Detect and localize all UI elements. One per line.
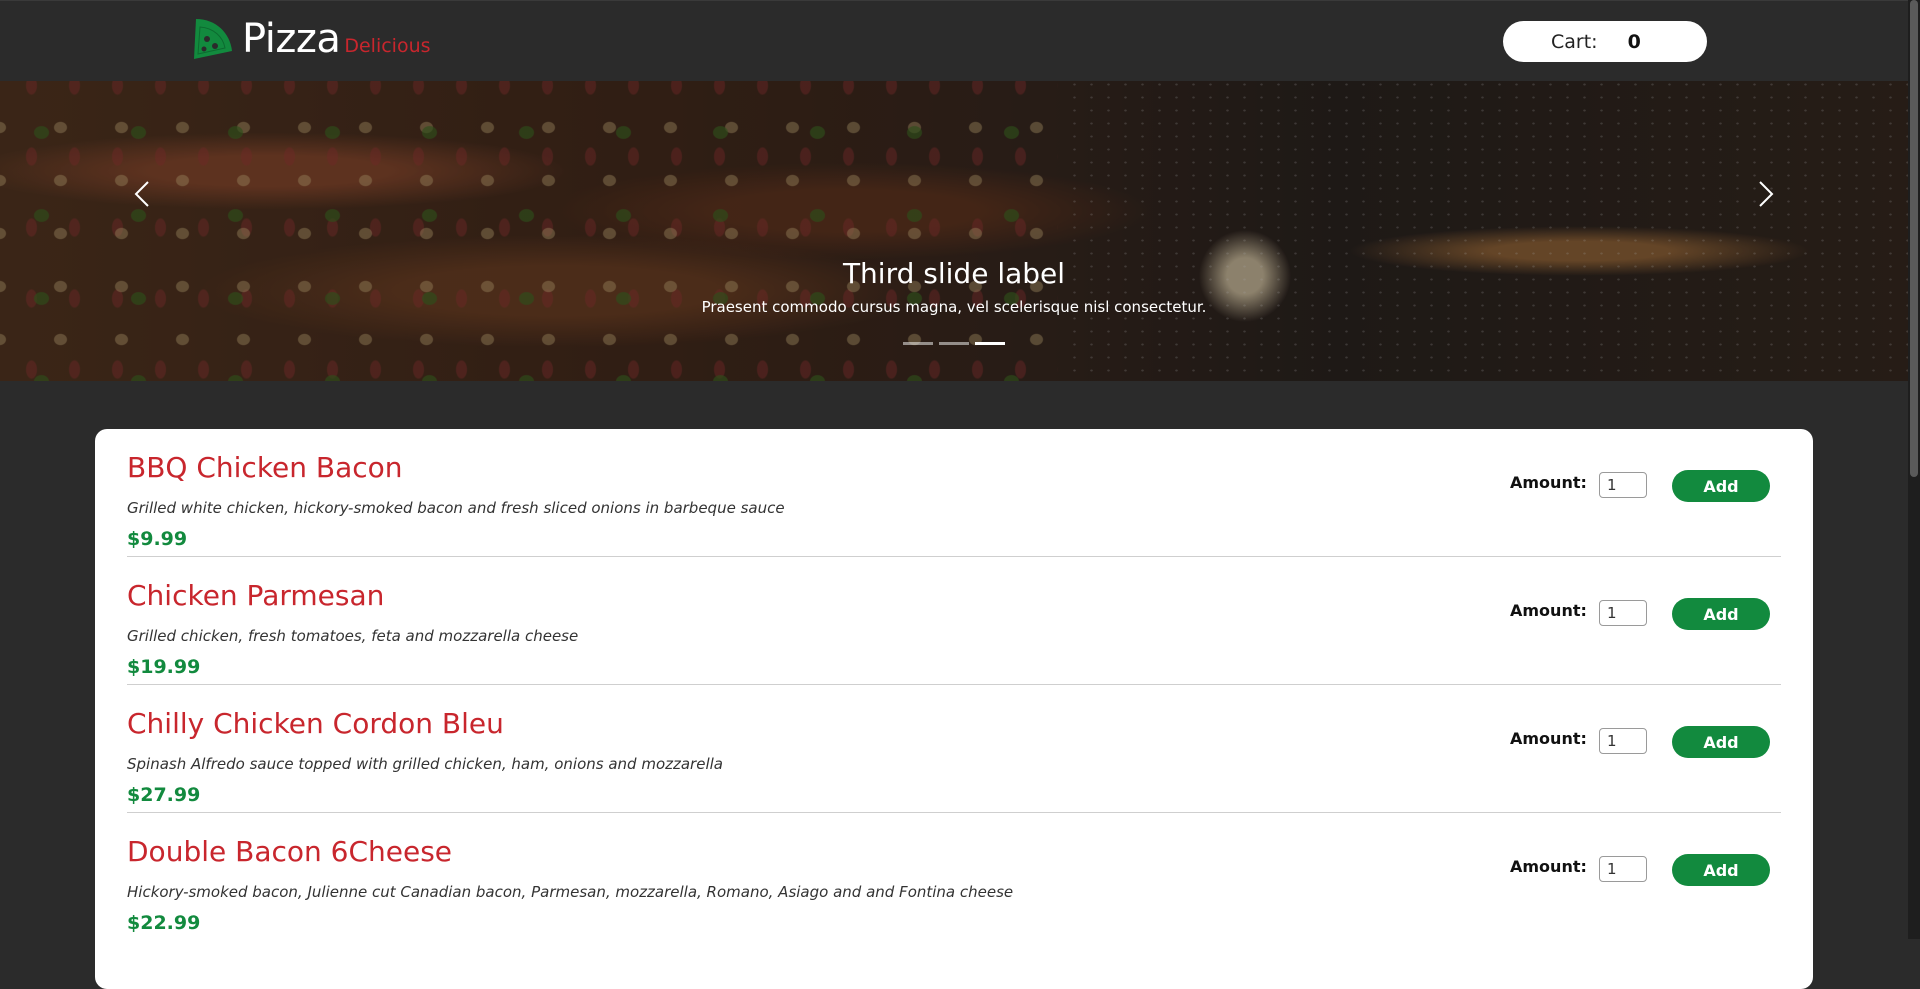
menu-item: Chilly Chicken Cordon Bleu Spinash Alfre… <box>127 685 1781 813</box>
cart-count: 0 <box>1627 30 1641 53</box>
amount-input[interactable] <box>1599 728 1647 754</box>
carousel-indicator-2[interactable] <box>939 342 969 345</box>
hero-overlay <box>0 81 1908 381</box>
carousel-title: Third slide label <box>842 257 1066 290</box>
brand-logo-link[interactable]: Pizza Delicious <box>190 15 431 61</box>
item-description: Spinash Alfredo sauce topped with grille… <box>127 755 723 773</box>
amount-label: Amount: <box>1510 601 1587 620</box>
carousel-indicators <box>903 342 1011 345</box>
brand-tagline: Delicious <box>344 35 431 57</box>
item-name: BBQ Chicken Bacon <box>127 451 403 484</box>
item-name: Chilly Chicken Cordon Bleu <box>127 707 504 740</box>
menu-list: BBQ Chicken Bacon Grilled white chicken,… <box>95 429 1813 989</box>
add-to-cart-button[interactable]: Add <box>1672 470 1770 502</box>
menu-item: BBQ Chicken Bacon Grilled white chicken,… <box>127 429 1781 557</box>
cart-button[interactable]: Cart: 0 <box>1503 21 1707 62</box>
carousel-prev-button[interactable] <box>124 174 164 214</box>
carousel-caption: Third slide label Praesent commodo cursu… <box>0 256 1908 316</box>
item-price: $22.99 <box>127 912 201 934</box>
menu-item: Chicken Parmesan Grilled chicken, fresh … <box>127 557 1781 685</box>
item-name: Double Bacon 6Cheese <box>127 835 453 868</box>
cart-label: Cart: <box>1551 30 1598 53</box>
add-to-cart-button[interactable]: Add <box>1672 726 1770 758</box>
amount-input[interactable] <box>1599 600 1647 626</box>
amount-label: Amount: <box>1510 473 1587 492</box>
chevron-right-icon <box>1759 181 1774 207</box>
item-description: Grilled chicken, fresh tomatoes, feta an… <box>127 627 579 645</box>
add-to-cart-button[interactable]: Add <box>1672 854 1770 886</box>
pizza-slice-icon <box>194 19 232 59</box>
item-price: $27.99 <box>127 784 201 806</box>
carousel-next-button[interactable] <box>1744 174 1784 214</box>
carousel-subtitle: Praesent commodo cursus magna, vel scele… <box>701 298 1207 316</box>
page-scrollbar[interactable] <box>1908 0 1920 939</box>
amount-input[interactable] <box>1599 472 1647 498</box>
chevron-left-icon <box>134 181 149 207</box>
add-to-cart-button[interactable]: Add <box>1672 598 1770 630</box>
brand-name: Pizza <box>242 16 341 62</box>
amount-label: Amount: <box>1510 857 1587 876</box>
top-navbar: Pizza Delicious Cart: 0 <box>0 0 1908 81</box>
carousel-indicator-1[interactable] <box>903 342 933 345</box>
item-price: $19.99 <box>127 656 201 678</box>
item-price: $9.99 <box>127 528 188 550</box>
amount-input[interactable] <box>1599 856 1647 882</box>
hero-carousel: Third slide label Praesent commodo cursu… <box>0 81 1908 381</box>
amount-label: Amount: <box>1510 729 1587 748</box>
item-description: Grilled white chicken, hickory-smoked ba… <box>127 499 785 517</box>
item-name: Chicken Parmesan <box>127 579 385 612</box>
carousel-indicator-3[interactable] <box>975 342 1005 345</box>
scrollbar-thumb[interactable] <box>1910 0 1918 477</box>
menu-item: Double Bacon 6Cheese Hickory-smoked baco… <box>127 813 1781 941</box>
item-description: Hickory-smoked bacon, Julienne cut Canad… <box>127 883 1014 901</box>
